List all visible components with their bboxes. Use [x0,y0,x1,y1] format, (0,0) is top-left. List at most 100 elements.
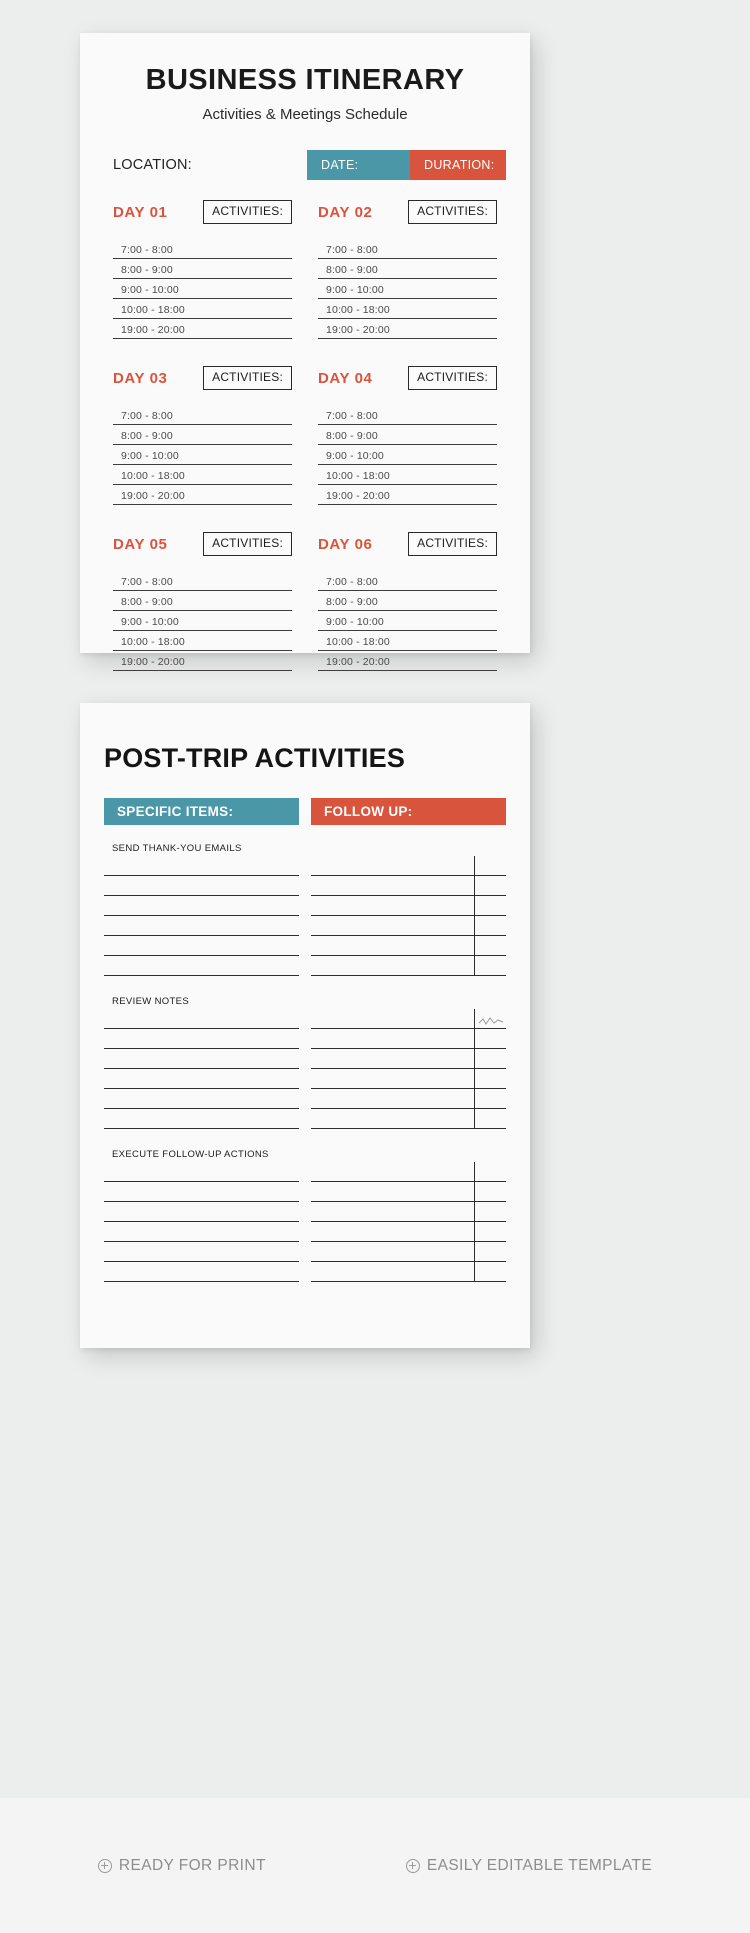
write-in-line[interactable] [311,1029,506,1049]
write-in-line[interactable] [311,1089,506,1109]
write-in-line[interactable] [104,1009,299,1029]
time-slot-row[interactable]: 7:00 - 8:00 [113,571,292,591]
write-in-line[interactable] [104,1182,299,1202]
write-in-line[interactable] [311,876,506,896]
time-slot-row[interactable]: 19:00 - 20:00 [113,485,292,505]
write-in-line[interactable] [104,1029,299,1049]
write-in-line[interactable] [311,916,506,936]
day-header: DAY 02 ACTIVITIES: [318,198,497,226]
time-slot-list: 7:00 - 8:00 8:00 - 9:00 9:00 - 10:00 10:00 … [113,405,292,505]
write-in-line[interactable] [311,1049,506,1069]
time-slot-row[interactable]: 19:00 - 20:00 [318,651,497,671]
write-in-line[interactable] [311,1009,506,1029]
write-in-line[interactable] [311,936,506,956]
duration-chip[interactable]: DURATION: [410,150,506,180]
write-in-line[interactable] [104,956,299,976]
activities-box[interactable]: ACTIVITIES: [408,531,497,557]
time-slot-row[interactable]: 10:00 - 18:00 [318,465,497,485]
time-slot-row[interactable]: 8:00 - 9:00 [318,425,497,445]
time-slot-row[interactable]: 7:00 - 8:00 [113,239,292,259]
time-slot-row[interactable]: 7:00 - 8:00 [318,405,497,425]
day-name: DAY 03 [113,369,168,387]
write-in-line[interactable] [104,856,299,876]
write-in-line[interactable] [311,1182,506,1202]
activities-box[interactable]: ACTIVITIES: [203,531,292,557]
time-slot-row[interactable]: 9:00 - 10:00 [113,445,292,465]
time-slot-row[interactable]: 9:00 - 10:00 [318,611,497,631]
day-name: DAY 04 [318,369,373,387]
time-slot-row[interactable]: 10:00 - 18:00 [113,465,292,485]
time-slot-row[interactable]: 8:00 - 9:00 [113,591,292,611]
time-slot-row[interactable]: 8:00 - 9:00 [318,591,497,611]
write-in-line[interactable] [311,1109,506,1129]
time-slot-row[interactable]: 7:00 - 8:00 [318,571,497,591]
write-in-line[interactable] [311,1242,506,1262]
time-slot-row[interactable]: 10:00 - 18:00 [113,631,292,651]
follow-up-band[interactable]: FOLLOW UP: [311,798,506,825]
day-name: DAY 06 [318,535,373,553]
time-slot-row[interactable]: 9:00 - 10:00 [113,279,292,299]
time-slot-row[interactable]: 8:00 - 9:00 [113,425,292,445]
post-trip-title: POST-TRIP ACTIVITIES [104,743,406,773]
write-in-line[interactable] [104,1162,299,1182]
time-slot-row[interactable]: 10:00 - 18:00 [318,631,497,651]
write-in-line[interactable] [311,956,506,976]
time-slot-row[interactable]: 19:00 - 20:00 [113,319,292,339]
day-name: DAY 02 [318,203,373,221]
write-in-line[interactable] [104,1049,299,1069]
write-in-line[interactable] [104,1222,299,1242]
section-label: SEND THANK-YOU EMAILS [112,843,242,854]
write-in-line[interactable] [311,1202,506,1222]
day-name: DAY 05 [113,535,168,553]
write-in-line[interactable] [104,1242,299,1262]
specific-items-section: SEND THANK-YOU EMAILS [104,841,299,976]
write-in-line[interactable] [311,856,506,876]
meta-row: LOCATION: DATE: DURATION: [113,150,506,180]
footer-item-label: EASILY EDITABLE TEMPLATE [426,1856,653,1874]
follow-up-block [311,1147,506,1282]
time-slot-row[interactable]: 8:00 - 9:00 [318,259,497,279]
time-slot-list: 7:00 - 8:00 8:00 - 9:00 9:00 - 10:00 10:00 … [318,405,497,505]
time-slot-row[interactable]: 19:00 - 20:00 [318,485,497,505]
activities-box[interactable]: ACTIVITIES: [203,199,292,225]
specific-items-section: REVIEW NOTES [104,994,299,1129]
time-slot-row[interactable]: 9:00 - 10:00 [113,611,292,631]
time-slot-row[interactable]: 19:00 - 20:00 [113,651,292,671]
time-slot-row[interactable]: 9:00 - 10:00 [318,445,497,465]
time-slot-list: 7:00 - 8:00 8:00 - 9:00 9:00 - 10:00 10:00 … [113,571,292,671]
write-in-line[interactable] [311,896,506,916]
footer-item: READY FOR PRINT [97,1857,266,1875]
plus-circle-icon [97,1858,112,1873]
write-in-line[interactable] [104,896,299,916]
write-in-line[interactable] [104,1069,299,1089]
time-slot-row[interactable]: 9:00 - 10:00 [318,279,497,299]
time-slot-row[interactable]: 19:00 - 20:00 [318,319,497,339]
write-in-line[interactable] [104,936,299,956]
activities-box[interactable]: ACTIVITIES: [408,365,497,391]
write-in-line[interactable] [104,1089,299,1109]
time-slot-row[interactable]: 7:00 - 8:00 [318,239,497,259]
write-in-line[interactable] [311,1262,506,1282]
write-in-line[interactable] [104,916,299,936]
day-block: DAY 06 ACTIVITIES: 7:00 - 8:00 8:00 - 9:00 9… [318,530,497,671]
time-slot-row[interactable]: 7:00 - 8:00 [113,405,292,425]
date-chip[interactable]: DATE: [307,150,410,180]
post-trip-body: SEND THANK-YOU EMAILS REVIEW NOTES EXECUTE… [104,841,506,1300]
day-header: DAY 04 ACTIVITIES: [318,364,497,392]
write-in-line[interactable] [311,1222,506,1242]
specific-items-band[interactable]: SPECIFIC ITEMS: [104,798,299,825]
activities-box[interactable]: ACTIVITIES: [408,199,497,225]
write-in-line[interactable] [311,1162,506,1182]
write-in-line[interactable] [104,876,299,896]
write-in-line[interactable] [311,1069,506,1089]
time-slot-row[interactable]: 10:00 - 18:00 [113,299,292,319]
day-header: DAY 01 ACTIVITIES: [113,198,292,226]
section-label: EXECUTE FOLLOW-UP ACTIONS [112,1149,269,1160]
write-in-line[interactable] [104,1262,299,1282]
follow-up-block [311,994,506,1129]
time-slot-row[interactable]: 10:00 - 18:00 [318,299,497,319]
write-in-line[interactable] [104,1202,299,1222]
write-in-line[interactable] [104,1109,299,1129]
time-slot-row[interactable]: 8:00 - 9:00 [113,259,292,279]
activities-box[interactable]: ACTIVITIES: [203,365,292,391]
